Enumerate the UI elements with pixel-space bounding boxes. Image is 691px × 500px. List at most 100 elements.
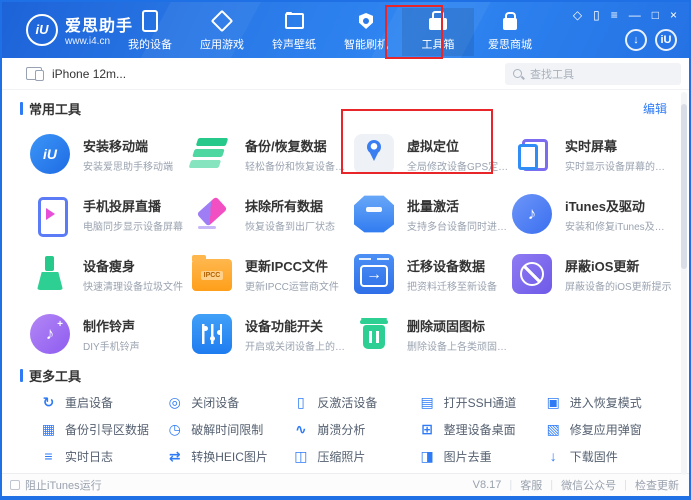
device-frame-icon[interactable]: ▯ xyxy=(593,8,600,22)
tool-title: 虚拟定位 xyxy=(407,136,512,155)
more-tool-item[interactable]: ◨图片去重 xyxy=(419,447,545,465)
more-tool-item[interactable]: ▤打开SSH通道 xyxy=(419,393,545,411)
tool-title: 更新IPCC文件 xyxy=(245,256,339,275)
nav-item-toolbox[interactable]: 工具箱 xyxy=(402,8,474,56)
window-controls: ◇ ▯ ≡ — □ × xyxy=(573,8,677,22)
tool-subtitle: 轻松备份和恢复设备的资料 xyxy=(245,158,354,173)
version-label: V8.17 xyxy=(473,479,502,491)
tool-card[interactable]: 删除顽固图标删除设备上各类顽固图标 xyxy=(354,304,512,364)
phone-cast-icon xyxy=(30,194,70,234)
more-tool-item[interactable]: ◫压缩照片 xyxy=(292,447,418,465)
tool-card[interactable]: 批量激活支持多台设备同时进行激活 xyxy=(354,184,512,244)
minimize-icon[interactable]: — xyxy=(629,8,641,22)
phone-icon xyxy=(140,11,160,31)
more-tool-item[interactable]: ↓下载固件 xyxy=(545,447,671,465)
heic-convert-icon: ⇄ xyxy=(166,448,183,465)
close-icon[interactable]: × xyxy=(670,8,677,22)
switches-icon xyxy=(192,314,232,354)
eraser-icon xyxy=(192,194,232,234)
tool-title: 备份/恢复数据 xyxy=(245,136,354,155)
screen-mirror-icon xyxy=(512,134,552,174)
tool-card[interactable]: →迁移设备数据把资料迁移至新设备 xyxy=(354,244,512,304)
scrollbar-track[interactable] xyxy=(681,92,687,475)
compress-photo-icon: ◫ xyxy=(292,448,309,465)
tool-subtitle: 删除设备上各类顽固图标 xyxy=(407,338,512,353)
i4-mobile-icon: iU xyxy=(30,134,70,174)
cube-icon xyxy=(212,11,232,31)
footer-link[interactable]: 检查更新 xyxy=(635,477,679,493)
power-icon: ◎ xyxy=(166,394,183,411)
tool-card[interactable]: 设备功能开关开启或关闭设备上的辅助... xyxy=(192,304,354,364)
tool-card[interactable]: 虚拟定位全局修改设备GPS定位信息 xyxy=(354,124,512,184)
more-tool-item[interactable]: ▯ 反激活设备 xyxy=(292,393,418,411)
shield-icon xyxy=(356,11,376,31)
tool-card[interactable]: 屏蔽iOS更新屏蔽设备的iOS更新提示 xyxy=(512,244,674,304)
boot-backup-icon: ▦ xyxy=(40,421,57,438)
tool-card[interactable]: 实时屏幕实时显示设备屏幕的画面 xyxy=(512,124,674,184)
tool-card[interactable]: IPCC更新IPCC文件更新IPCC运营商文件 xyxy=(192,244,354,304)
top-nav-bar: iU 爱思助手 www.i4.cn 我的设备应用游戏铃声壁纸智能刷机工具箱爱思商… xyxy=(2,2,689,58)
edit-link[interactable]: 编辑 xyxy=(643,100,667,117)
ios-block-icon xyxy=(512,254,552,294)
gem-icon[interactable]: ◇ xyxy=(573,8,582,22)
tool-card[interactable]: 备份/恢复数据轻松备份和恢复设备的资料 xyxy=(192,124,354,184)
more-tool-label: 关闭设备 xyxy=(191,394,239,411)
batch-activate-icon xyxy=(354,194,394,234)
checkbox-label: 阻止iTunes运行 xyxy=(25,477,102,493)
time-limit-icon: ◷ xyxy=(166,421,183,438)
nav-item-phone[interactable]: 我的设备 xyxy=(114,8,186,56)
more-tool-item[interactable]: ◎ 关闭设备 xyxy=(166,393,292,411)
topbar-circle-buttons: ↓ iU xyxy=(625,29,677,51)
ipcc-folder-icon: IPCC xyxy=(192,259,232,291)
scrollbar-thumb[interactable] xyxy=(681,104,687,269)
more-tool-item[interactable]: ▧修复应用弹窗 xyxy=(545,420,671,438)
tool-card[interactable]: ♪iTunes及驱动安装和修复iTunes及驱动 xyxy=(512,184,674,244)
deactivate-device-icon: ▯ xyxy=(292,394,309,411)
tool-card[interactable]: ♪制作铃声DIY手机铃声 xyxy=(30,304,192,364)
ssh-channel-icon: ▤ xyxy=(419,394,436,411)
more-tool-label: 反激活设备 xyxy=(317,394,377,411)
nav-item-shield[interactable]: 智能刷机 xyxy=(330,8,402,56)
more-tool-item[interactable]: ∿崩溃分析 xyxy=(292,420,418,438)
tool-title: 屏蔽iOS更新 xyxy=(565,256,672,275)
more-tool-label: 备份引导区数据 xyxy=(65,421,149,438)
device-selector[interactable]: iPhone 12m... xyxy=(26,67,126,81)
tool-card[interactable]: iU安装移动端安装爱思助手移动端 xyxy=(30,124,192,184)
more-tool-item[interactable]: ≡实时日志 xyxy=(40,447,166,465)
more-tool-item[interactable]: ◷破解时间限制 xyxy=(166,420,292,438)
i4-logo-icon[interactable]: iU xyxy=(655,29,677,51)
nav-item-folder-music[interactable]: 铃声壁纸 xyxy=(258,8,330,56)
device-icon xyxy=(26,67,44,81)
tool-subtitle: 电脑同步显示设备屏幕 xyxy=(83,218,183,233)
more-tool-item[interactable]: ▣进入恢复模式 xyxy=(545,393,671,411)
tool-title: 删除顽固图标 xyxy=(407,316,512,335)
download-manager-icon[interactable]: ↓ xyxy=(625,29,647,51)
more-tool-item[interactable]: ↻重启设备 xyxy=(40,393,166,411)
checkbox-icon xyxy=(10,480,20,490)
more-tool-label: 图片去重 xyxy=(444,448,492,465)
more-tool-item[interactable]: ⇄ 转换HEIC图片 xyxy=(166,447,292,465)
tool-title: 设备瘦身 xyxy=(83,256,183,275)
more-tool-item[interactable]: ▦ 备份引导区数据 xyxy=(40,420,166,438)
status-bar: 阻止iTunes运行 V8.17 |客服|微信公众号|检查更新 xyxy=(2,473,689,496)
footer-link[interactable]: 微信公众号 xyxy=(561,477,616,493)
common-tools-grid: iU安装移动端安装爱思助手移动端备份/恢复数据轻松备份和恢复设备的资料虚拟定位全… xyxy=(20,118,671,364)
tool-card[interactable]: 抹除所有数据恢复设备到出厂状态 xyxy=(192,184,354,244)
nav-item-cube[interactable]: 应用游戏 xyxy=(186,8,258,56)
search-input[interactable]: 查找工具 xyxy=(505,63,681,85)
nav-item-bag[interactable]: 爱思商城 xyxy=(474,8,546,56)
tool-title: 批量激活 xyxy=(407,196,512,215)
reboot-icon: ↻ xyxy=(40,394,57,411)
separator: | xyxy=(624,479,627,491)
maximize-icon[interactable]: □ xyxy=(652,8,659,22)
tool-card[interactable]: 手机投屏直播电脑同步显示设备屏幕 xyxy=(30,184,192,244)
more-tool-item[interactable]: ⊞整理设备桌面 xyxy=(419,420,545,438)
more-tool-label: 转换HEIC图片 xyxy=(191,448,268,465)
i4-logo-icon: iU xyxy=(26,14,58,46)
block-itunes-checkbox[interactable]: 阻止iTunes运行 xyxy=(10,477,102,493)
section-accent-bar xyxy=(20,102,23,115)
menu-icon[interactable]: ≡ xyxy=(611,8,618,22)
footer-link[interactable]: 客服 xyxy=(520,477,542,493)
backup-layers-icon xyxy=(192,134,232,174)
tool-card[interactable]: 设备瘦身快速清理设备垃圾文件 xyxy=(30,244,192,304)
